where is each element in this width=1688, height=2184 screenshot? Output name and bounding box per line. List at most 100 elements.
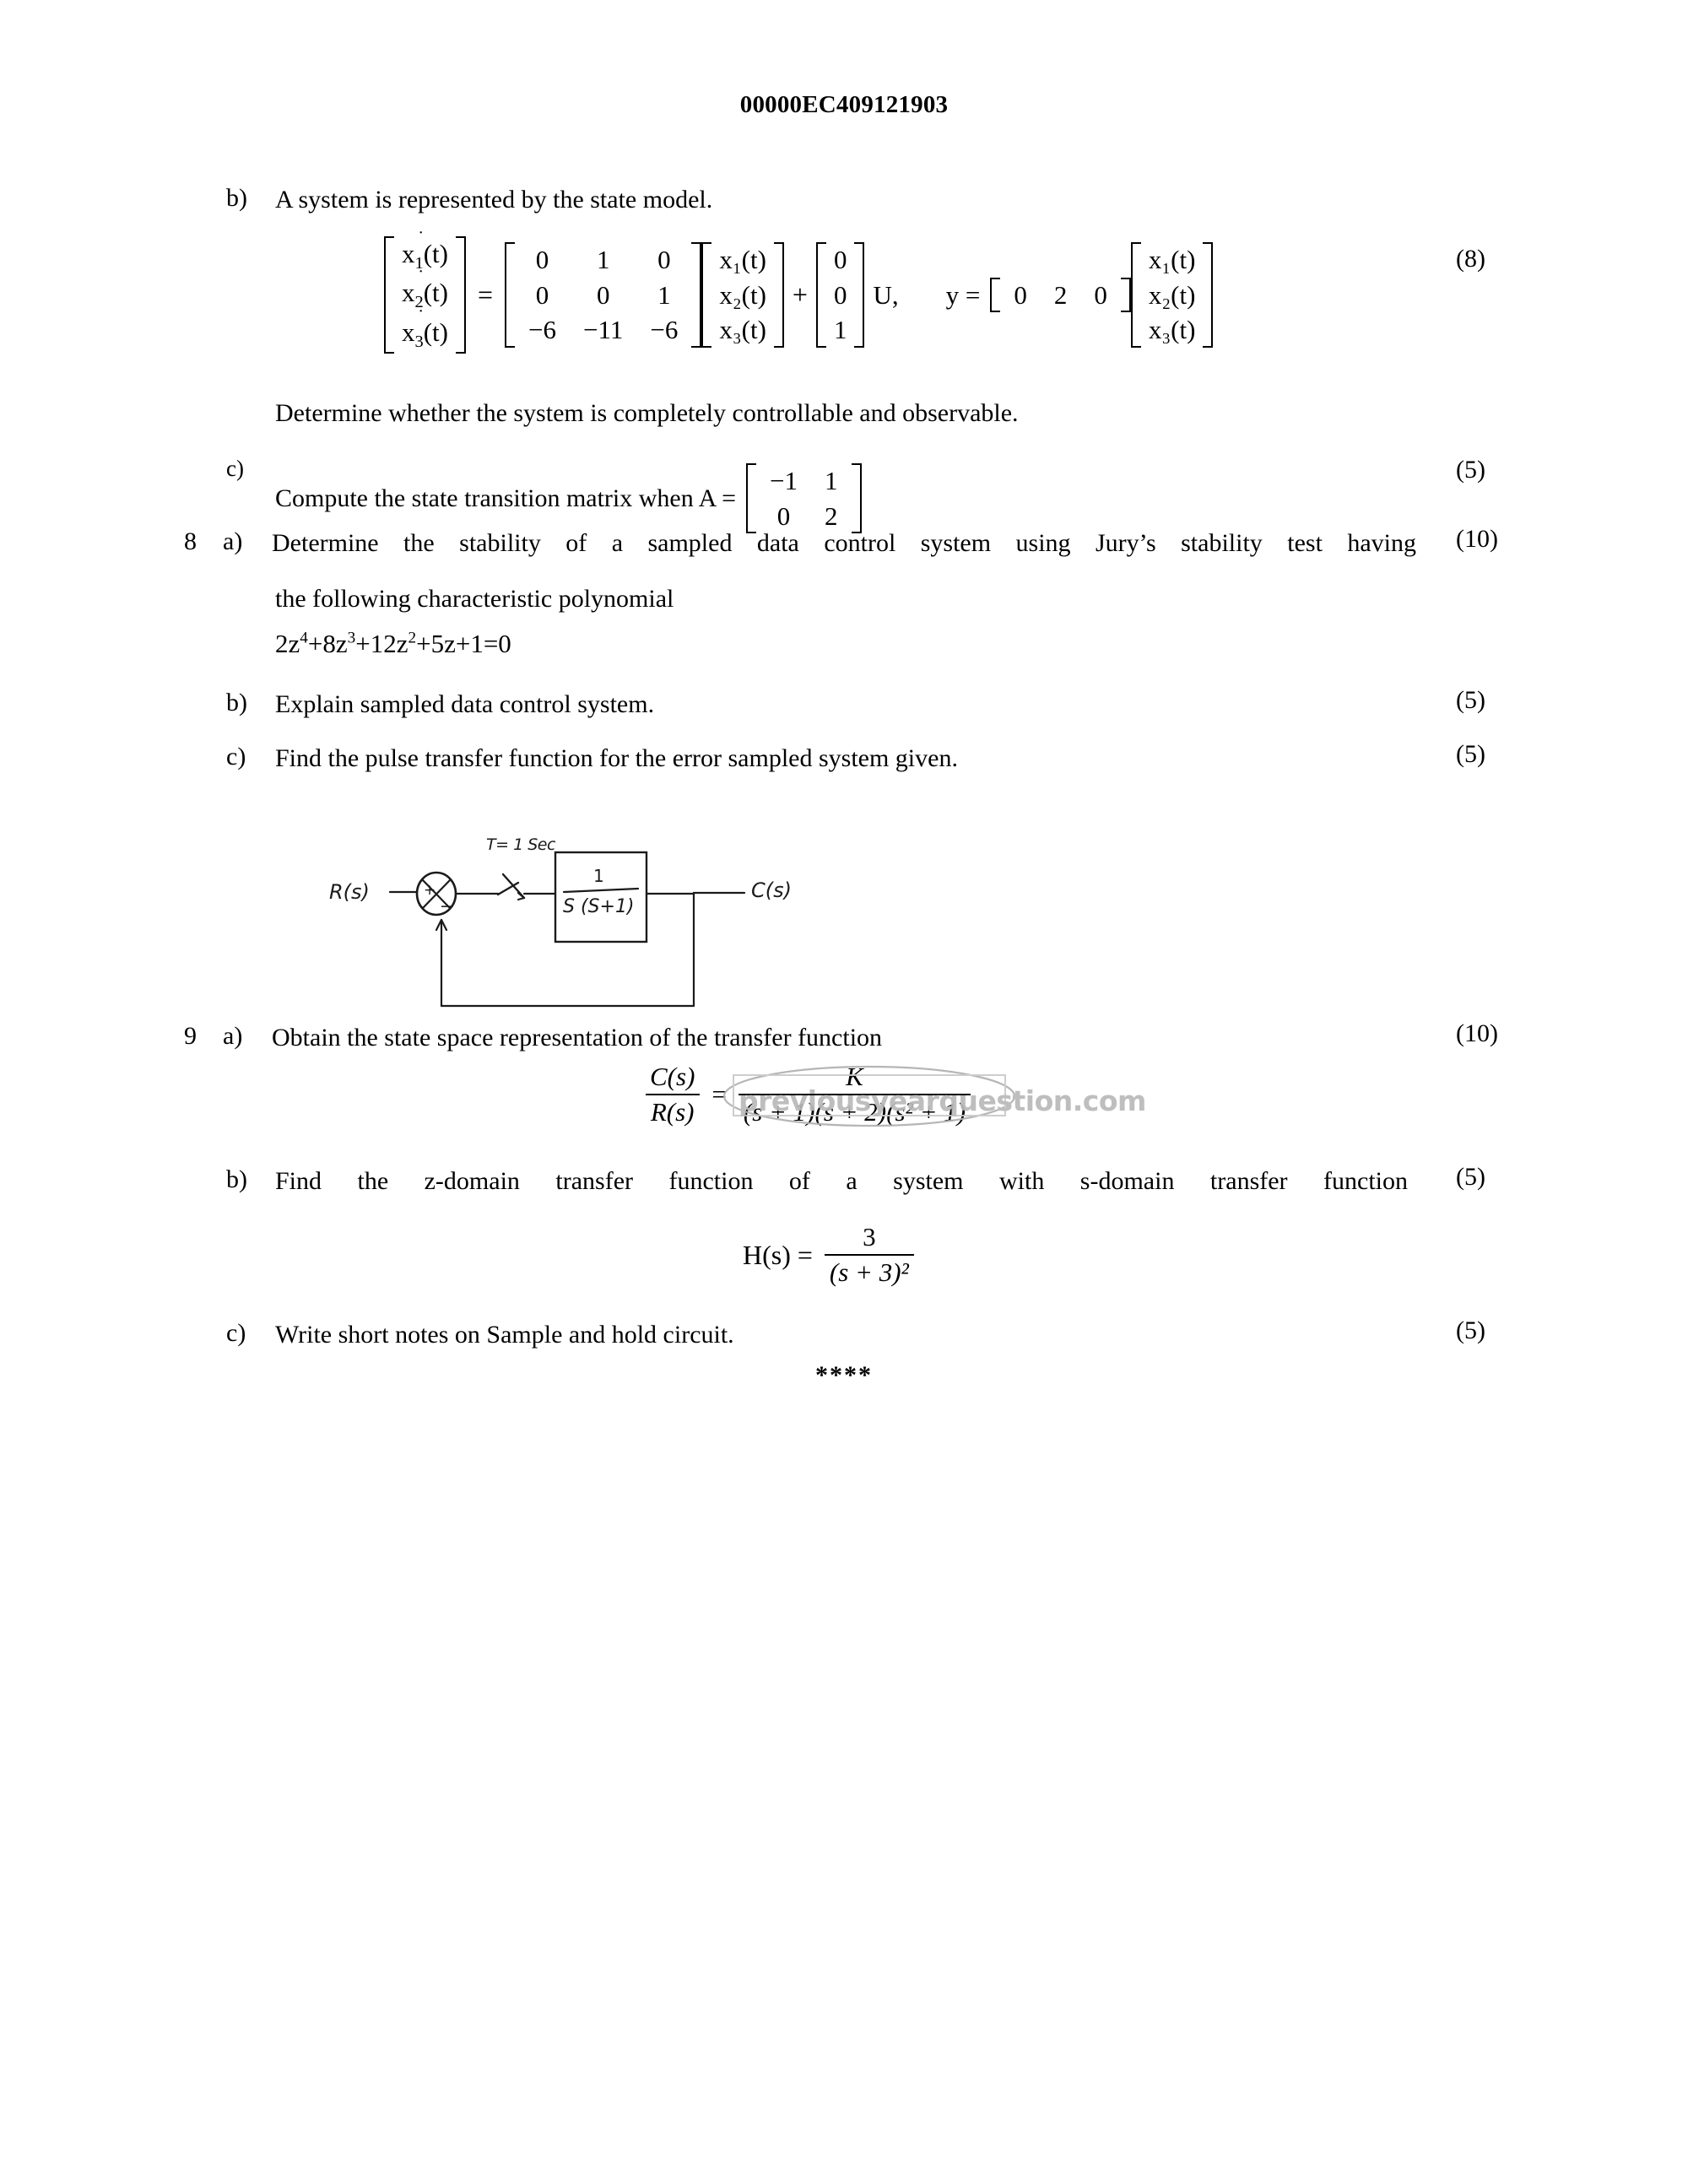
transfer-function-9a: C(s) R(s) = K (s + 1)(s + 2)(s² + 1) [641, 1062, 974, 1127]
bracket-right [851, 463, 862, 534]
bracket-right [1120, 277, 1131, 313]
question-text: A system is represented by the state mod… [275, 186, 713, 214]
exam-page: 00000EC409121903 b) A system is represen… [0, 0, 1688, 2184]
page-title: 00000EC409121903 [739, 91, 949, 118]
question-row-8b: b) Explain sampled data control system. [226, 686, 1408, 723]
bracket-left [815, 242, 826, 349]
hs-numerator: 3 [863, 1222, 876, 1251]
poly-exp-2: 3 [347, 629, 356, 647]
matrix-cell: 0 [535, 279, 549, 310]
question-letter: c) [226, 1319, 246, 1347]
question-row-7b-cont: Determine whether the system is complete… [275, 395, 1415, 432]
bracket-left [384, 236, 394, 354]
bracket-right [854, 242, 865, 349]
stm-matrix: −1 1 0 2 [746, 463, 862, 534]
poly-term-4: +5z+1=0 [416, 629, 511, 658]
question-text: Find the pulse transfer function for the… [275, 744, 958, 772]
question-row-7b: b) A system is represented by the state … [226, 181, 1408, 219]
matrix-cell: 2 [1053, 279, 1068, 310]
lhs-numerator: C(s) [650, 1062, 695, 1091]
question-letter: c) [226, 456, 244, 481]
question-row-8c: c) Find the pulse transfer function for … [226, 740, 1408, 777]
bracket-right [1203, 242, 1214, 349]
matrix-cell: 0 [657, 245, 671, 275]
matrix-cell: x₃(t) [1148, 315, 1196, 345]
question-letter: b) [226, 689, 247, 716]
hs-denominator: (s + 3)² [824, 1254, 914, 1288]
lhs-denominator: R(s) [645, 1094, 700, 1127]
poly-exp-3: 2 [408, 629, 417, 647]
question-text: Determine whether the system is complete… [275, 399, 1019, 427]
question-letter: a) [223, 1022, 243, 1050]
rhs-fraction: K (s + 1)(s + 2)(s² + 1) [738, 1062, 971, 1127]
marks-9a: (10) [1456, 1019, 1498, 1047]
marks-8a: (10) [1456, 525, 1498, 553]
matrix-cell: x₁(t) [719, 245, 766, 275]
hs-fraction: 3 (s + 3)² [824, 1222, 914, 1288]
question-number: 9 [184, 1022, 197, 1050]
matrix-cell: x₂(t) [719, 279, 766, 310]
equals-sign: = [711, 1079, 727, 1109]
matrix-cell: x₂(t) [1148, 279, 1196, 310]
matrix-cell: 0 [596, 279, 610, 310]
matrix-cell: x₁(t) [1148, 245, 1196, 275]
matrix-cell: −11 [583, 315, 624, 345]
c-matrix: 0 2 0 [990, 277, 1131, 313]
question-row-9c: c) Write short notes on Sample and hold … [226, 1316, 1408, 1354]
lhs-fraction: C(s) R(s) [645, 1062, 700, 1127]
question-row-8a-line2: the following characteristic polynomial [275, 581, 1415, 618]
poly-term-3: +12z [355, 629, 408, 658]
marks-7c: (5) [1456, 456, 1485, 484]
question-letter: b) [226, 1165, 247, 1193]
matrix-cell: −6 [528, 315, 557, 345]
block-denominator: S (S+1) [563, 896, 635, 917]
bracket-right [773, 242, 784, 349]
matrix-cell: 0 [833, 245, 847, 275]
marks-7b: (8) [1456, 245, 1485, 273]
matrix-cell: 0 [1014, 279, 1027, 310]
state-vector: x₁(t) x₂(t) x₃(t) [701, 242, 784, 349]
matrix-cell: 1 [833, 315, 847, 345]
block-numerator: 1 [593, 866, 604, 886]
matrix-row: −6 −11 −6 [515, 312, 691, 348]
marks-9c: (5) [1456, 1316, 1485, 1344]
matrix-row: −1 1 [756, 463, 851, 499]
bracket-right [455, 236, 466, 354]
bracket-left [1130, 242, 1141, 349]
question-text: Write short notes on Sample and hold cir… [275, 1321, 734, 1349]
marks-8c: (5) [1456, 740, 1485, 768]
question-text: Compute the state transition matrix when… [275, 484, 737, 512]
input-symbol: U, [873, 279, 899, 310]
poly-term-1: 2z [275, 629, 300, 658]
poly-term-2: +8z [307, 629, 348, 658]
matrix-cell: 1 [825, 466, 838, 495]
input-label: R(s) [329, 880, 370, 904]
block-diagram: R(s) C(s) T= 1 Sec + − 1 S (S+1) [329, 793, 852, 1013]
question-text: Determine the stability of a sampled dat… [272, 529, 1416, 557]
state-derivative-vector: ˙ x1(t) ˙ x2(t) ˙ x3(t) [384, 229, 466, 354]
output-label: C(s) [751, 878, 792, 902]
output-equation-label: y = [945, 279, 981, 310]
sampler-period-label: T= 1 Sec [486, 835, 555, 854]
question-text: Find the z-domain transfer function of a… [275, 1167, 1408, 1195]
matrix-cell: 0 [535, 245, 549, 275]
question-letter: c) [226, 743, 246, 770]
matrix-cell: 1 [596, 245, 610, 275]
b-vector: 0 0 1 [815, 242, 865, 349]
bracket-right [691, 242, 702, 349]
bracket-left [746, 463, 757, 534]
a-matrix-cells: 0 1 0 0 0 1 −6 −11 −6 [515, 242, 691, 348]
hs-label: H(s) = [743, 1239, 813, 1270]
bracket-left [701, 242, 712, 349]
output-state-vector: x₁(t) x₂(t) x₃(t) [1130, 242, 1214, 349]
plus-sign: + [792, 279, 808, 311]
poly-exp-1: 4 [300, 629, 308, 647]
a-matrix: 0 1 0 0 0 1 −6 −11 −6 [505, 242, 702, 349]
question-row-8a: 8 a) Determine the stability of a sample… [184, 525, 1416, 562]
bracket-left [505, 242, 516, 349]
rhs-denominator: (s + 1)(s + 2)(s² + 1) [738, 1094, 971, 1127]
question-row-9a: 9 a) Obtain the state space representati… [184, 1019, 1416, 1057]
rhs-numerator: K [846, 1062, 863, 1091]
matrix-cell: 1 [657, 279, 671, 310]
summing-plus-sign: + [424, 882, 436, 899]
